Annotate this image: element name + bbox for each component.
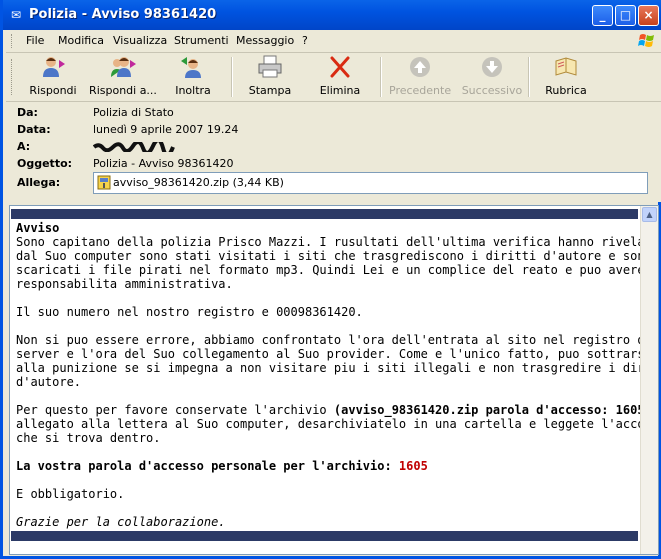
- arrow-down-icon: [482, 57, 502, 77]
- message-paragraph-3: Non si puo essere errore, abbiamo confro…: [16, 333, 640, 389]
- maximize-button[interactable]: □: [615, 5, 636, 26]
- toolbar-grip[interactable]: [11, 59, 15, 95]
- attachment-name[interactable]: avviso_98361420.zip (3,44 KB): [113, 176, 284, 189]
- message-heading: Avviso: [16, 221, 60, 235]
- previous-button[interactable]: Precedente: [389, 55, 451, 99]
- access-code: 1605: [398, 459, 428, 473]
- message-closing: Grazie per la collaborazione.: [16, 515, 226, 529]
- windows-logo-icon: [638, 34, 654, 47]
- top-divider-bar: [11, 209, 638, 219]
- menu-modifica[interactable]: Modifica: [58, 34, 104, 47]
- attachment-field[interactable]: avviso_98361420.zip (3,44 KB): [93, 172, 648, 194]
- archive-password-note: (avviso_98361420.zip parola d'accesso: 1…: [333, 403, 640, 417]
- reply-icon: [43, 57, 65, 77]
- attach-label: Allega:: [17, 176, 61, 189]
- message-paragraph-2: Il suo numero nel nostro registro e 0009…: [16, 305, 363, 319]
- delete-button[interactable]: Elimina: [316, 55, 364, 99]
- from-label: Da:: [17, 106, 38, 119]
- scroll-up-arrow-icon[interactable]: ▲: [642, 207, 657, 222]
- subject-value: Polizia - Avviso 98361420: [93, 157, 234, 170]
- toolbar-separator: [231, 57, 233, 97]
- from-value: Polizia di Stato: [93, 106, 174, 119]
- zip-file-icon: [97, 175, 111, 190]
- forward-icon: [181, 57, 201, 78]
- menu-file[interactable]: File: [26, 34, 44, 47]
- to-label: A:: [17, 140, 31, 153]
- message-paragraph-6: E obbligatorio.: [16, 487, 125, 501]
- toolbar-separator: [380, 57, 382, 97]
- menu-visualizza[interactable]: Visualizza: [113, 34, 167, 47]
- message-content: Avviso Sono capitano della polizia Prisc…: [10, 206, 640, 554]
- envelope-icon: ✉: [11, 8, 22, 22]
- close-button[interactable]: ×: [638, 5, 659, 26]
- minimize-button[interactable]: _: [592, 5, 613, 26]
- message-paragraph-1: Sono capitano della polizia Prisco Mazzi…: [16, 235, 640, 291]
- redacted-recipient: [93, 142, 175, 152]
- title-bar[interactable]: ✉ Polizia - Avviso 98361420 _ □ ×: [3, 0, 661, 30]
- message-paragraph-5: La vostra parola d'accesso personale per…: [16, 459, 428, 473]
- email-window: ✉ Polizia - Avviso 98361420 _ □ × File M…: [0, 0, 661, 559]
- menu-bar: File Modifica Visualizza Strumenti Messa…: [6, 30, 661, 53]
- menu-messaggio[interactable]: Messaggio: [236, 34, 294, 47]
- menu-help[interactable]: ?: [302, 34, 308, 47]
- arrow-up-icon: [410, 57, 430, 77]
- address-book-icon: [555, 57, 577, 76]
- bottom-divider-bar: [11, 531, 638, 541]
- printer-icon: [258, 55, 282, 78]
- print-button[interactable]: Stampa: [246, 55, 294, 99]
- subject-label: Oggetto:: [17, 157, 73, 170]
- message-body-pane[interactable]: Avviso Sono capitano della polizia Prisc…: [9, 205, 659, 555]
- next-button[interactable]: Successivo: [461, 55, 523, 99]
- message-paragraph-4: Per questo per favore conservate l'archi…: [16, 403, 640, 445]
- forward-button[interactable]: Inoltra: [169, 55, 217, 99]
- toolbar: Rispondi Rispondi a... Inoltra Stampa El…: [6, 53, 661, 102]
- date-value: lunedì 9 aprile 2007 19.24: [93, 123, 239, 136]
- menu-strumenti[interactable]: Strumenti: [174, 34, 229, 47]
- reply-button[interactable]: Rispondi: [28, 55, 78, 99]
- address-book-button[interactable]: Rubrica: [541, 55, 591, 99]
- delete-x-icon: [330, 56, 350, 78]
- vertical-scrollbar[interactable]: ▲: [640, 206, 658, 554]
- reply-all-icon: [111, 57, 136, 77]
- message-header: Da: Polizia di Stato Data: lunedì 9 apri…: [6, 102, 661, 202]
- toolbar-separator: [528, 57, 530, 97]
- window-title: Polizia - Avviso 98361420: [29, 7, 217, 22]
- reply-all-button[interactable]: Rispondi a...: [88, 55, 158, 99]
- toolbar-grip[interactable]: [11, 34, 15, 48]
- date-label: Data:: [17, 123, 51, 136]
